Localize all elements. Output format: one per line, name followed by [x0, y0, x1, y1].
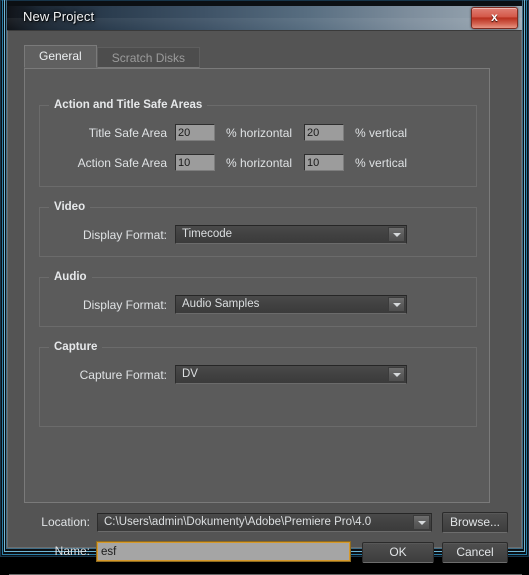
label-location: Location:	[41, 515, 90, 529]
label-title-safe-area: Title Safe Area	[88, 125, 167, 140]
project-name-input[interactable]	[96, 541, 351, 562]
tab-panel-general: Action and Title Safe Areas Title Safe A…	[24, 68, 490, 503]
ok-button[interactable]: OK	[362, 542, 434, 563]
row-title-safe-area: Title Safe Area % horizontal % vertical	[63, 124, 407, 141]
video-display-format-combo[interactable]: Timecode	[175, 225, 407, 244]
title-safe-area-horizontal-input[interactable]	[175, 124, 215, 141]
dialog-body: General Scratch Disks Action and Title S…	[7, 30, 522, 575]
video-display-format-value: Timecode	[182, 228, 233, 240]
chevron-down-icon	[392, 372, 401, 377]
group-video: Video Display Format: Timecode	[39, 201, 477, 257]
label-audio-display-format: Display Format:	[82, 297, 167, 312]
video-display-format-arrow-button[interactable]	[388, 227, 405, 242]
audio-display-format-combo[interactable]: Audio Samples	[175, 295, 407, 314]
label-action-safe-vertical-unit: % vertical	[355, 155, 408, 170]
label-action-safe-horizontal-unit: % horizontal	[226, 155, 293, 170]
group-title-video: Video	[49, 201, 91, 213]
label-title-safe-vertical-unit: % vertical	[355, 125, 408, 140]
group-audio: Audio Display Format: Audio Samples	[39, 271, 477, 327]
capture-format-arrow-button[interactable]	[388, 367, 405, 382]
window-title: New Project	[23, 9, 95, 24]
browse-button[interactable]: Browse...	[442, 512, 508, 533]
group-action-title-safe-areas: Action and Title Safe Areas Title Safe A…	[39, 99, 477, 187]
group-title-audio: Audio	[49, 271, 92, 283]
audio-display-format-arrow-button[interactable]	[388, 297, 405, 312]
row-capture-format: Capture Format: DV	[63, 365, 407, 384]
audio-display-format-value: Audio Samples	[182, 298, 260, 310]
chevron-down-icon	[392, 232, 401, 237]
tab-general[interactable]: General	[24, 45, 97, 68]
tab-strip: General Scratch Disks	[24, 45, 201, 68]
label-title-safe-horizontal-unit: % horizontal	[226, 125, 293, 140]
close-icon: x	[491, 10, 498, 24]
location-arrow-button[interactable]	[413, 515, 430, 530]
chevron-down-icon	[392, 302, 401, 307]
cancel-button[interactable]: Cancel	[442, 542, 508, 563]
location-value: C:\Users\admin\Dokumenty\Adobe\Premiere …	[104, 516, 372, 528]
dialog-window: New Project x General Scratch Disks Acti…	[0, 0, 529, 575]
group-title-safe-areas: Action and Title Safe Areas	[49, 99, 208, 111]
row-video-display-format: Display Format: Timecode	[63, 225, 407, 244]
capture-format-combo[interactable]: DV	[175, 365, 407, 384]
group-capture: Capture Capture Format: DV	[39, 341, 477, 427]
action-safe-area-vertical-input[interactable]	[304, 154, 345, 171]
label-action-safe-area: Action Safe Area	[77, 155, 167, 170]
row-action-safe-area: Action Safe Area % horizontal % vertical	[63, 154, 407, 171]
title-safe-area-vertical-input[interactable]	[304, 124, 345, 141]
group-title-capture: Capture	[49, 341, 103, 353]
capture-format-value: DV	[182, 368, 198, 380]
tab-scratch-disks[interactable]: Scratch Disks	[96, 47, 201, 68]
label-capture-format: Capture Format:	[79, 367, 167, 382]
action-safe-area-horizontal-input[interactable]	[175, 154, 215, 171]
title-bar[interactable]: New Project x	[7, 6, 522, 30]
chevron-down-icon	[417, 520, 426, 525]
close-button[interactable]: x	[471, 7, 518, 29]
label-video-display-format: Display Format:	[82, 227, 167, 242]
label-name: Name:	[54, 544, 90, 558]
row-audio-display-format: Display Format: Audio Samples	[63, 295, 407, 314]
location-combo[interactable]: C:\Users\admin\Dokumenty\Adobe\Premiere …	[97, 513, 432, 532]
